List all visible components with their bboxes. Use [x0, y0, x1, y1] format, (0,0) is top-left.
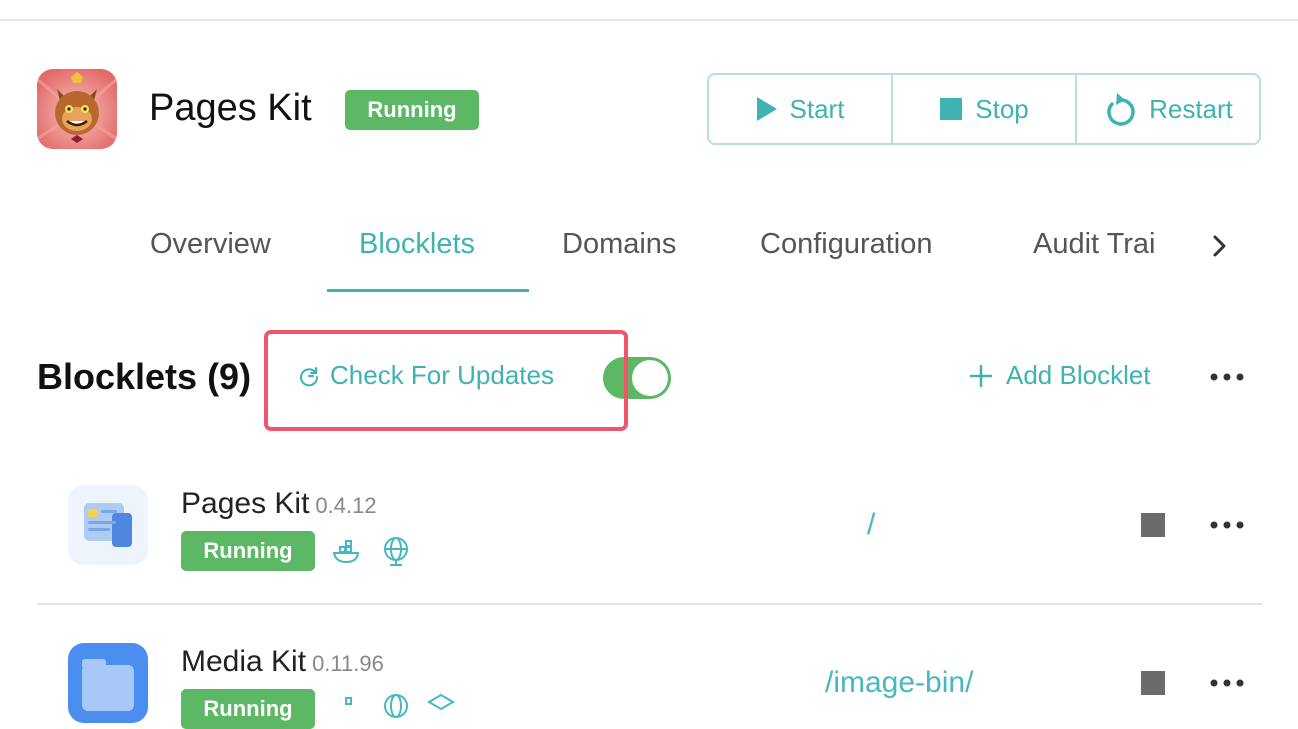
tab-overview[interactable]: Overview [150, 228, 271, 261]
blocklet-version: 0.4.12 [315, 493, 377, 518]
check-for-updates-button[interactable]: Check For Updates [298, 360, 554, 391]
section-more-button[interactable] [1208, 365, 1246, 394]
globe-icon [384, 537, 408, 566]
blocklet-stop-button[interactable] [1141, 671, 1165, 695]
pages-kit-icon [68, 485, 148, 565]
blocklet-version: 0.11.96 [312, 651, 384, 676]
blocklet-more-button[interactable] [1208, 671, 1246, 700]
blocklet-mount-path[interactable]: /image-bin/ [825, 666, 973, 700]
blocklet-name-text: Media Kit [181, 645, 307, 678]
tab-audit-trail[interactable]: Audit Trai [1033, 228, 1156, 261]
blocklet-name[interactable]: Pages Kit 0.4.12 [181, 487, 377, 521]
blocklet-name-text: Pages Kit [181, 487, 310, 520]
stop-icon [940, 98, 963, 120]
toggle-knob [632, 360, 668, 396]
play-icon [756, 97, 777, 121]
docker-icon [332, 540, 360, 564]
more-horizontal-icon [1210, 521, 1244, 529]
blocklet-status-badge: Running [181, 531, 315, 571]
start-button-label: Start [789, 93, 845, 124]
start-button[interactable]: Start [709, 75, 893, 143]
tab-domains[interactable]: Domains [562, 228, 676, 261]
blocklet-mount-path[interactable]: / [867, 508, 875, 542]
more-horizontal-icon [1210, 373, 1244, 381]
more-horizontal-icon [1210, 679, 1244, 687]
app-title: Pages Kit [149, 87, 312, 129]
blocklet-stop-button[interactable] [1141, 513, 1165, 537]
docker-icon [345, 697, 352, 705]
restart-icon [1107, 93, 1135, 126]
blocklet-status-badge: Running [181, 689, 315, 729]
tab-configuration[interactable]: Configuration [760, 228, 933, 261]
tab-blocklets[interactable]: Blocklets [359, 228, 475, 261]
blocklet-more-button[interactable] [1208, 513, 1246, 542]
app-action-group: Start Stop Restart [707, 73, 1261, 145]
media-kit-icon [68, 643, 148, 723]
check-for-updates-label: Check For Updates [330, 360, 554, 390]
globe-icon [384, 694, 408, 718]
add-blocklet-label: Add Blocklet [1006, 360, 1151, 390]
tab-scroll-right-button[interactable] [1205, 228, 1235, 264]
tab-audit-trail-clip: Audit Trai [1030, 225, 1182, 273]
app-status-badge: Running [345, 90, 479, 130]
row-divider [37, 603, 1262, 605]
plus-icon [969, 364, 993, 387]
cat-avatar-icon [37, 69, 117, 149]
stop-button-label: Stop [975, 93, 1029, 124]
blocklets-section-title: Blocklets (9) [37, 356, 252, 397]
cube-icon [427, 693, 455, 711]
blocklet-name[interactable]: Media Kit 0.11.96 [181, 645, 384, 679]
auto-update-toggle[interactable] [603, 357, 671, 399]
top-divider [0, 19, 1298, 21]
restart-button[interactable]: Restart [1077, 75, 1259, 143]
refresh-icon [300, 366, 319, 386]
add-blocklet-button[interactable]: Add Blocklet [968, 360, 1151, 391]
stop-button[interactable]: Stop [893, 75, 1077, 143]
chevron-right-icon [1213, 235, 1226, 257]
restart-button-label: Restart [1149, 93, 1233, 124]
active-tab-indicator [327, 289, 529, 292]
